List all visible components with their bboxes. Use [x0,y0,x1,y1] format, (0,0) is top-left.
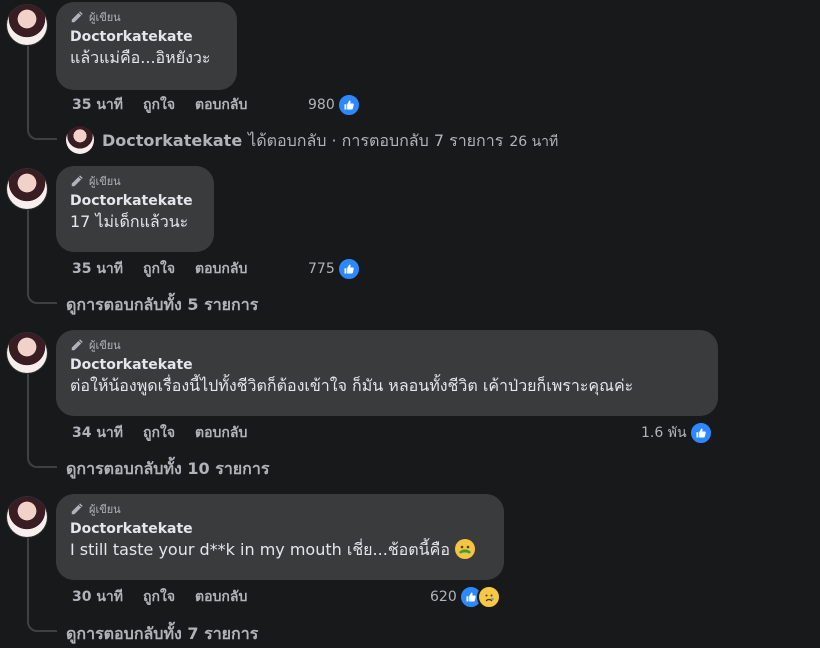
like-button[interactable]: ถูกใจ [143,422,175,444]
pencil-icon [70,174,84,188]
author-badge: ผู้เขียน [70,337,705,353]
comment-actions: 34 นาที ถูกใจ ตอบกลับ [72,423,247,443]
comment-bubble: ผู้เขียน Doctorkatekate 17 ไม่เด็กแล้วนะ [56,166,214,252]
reply-summary[interactable]: Doctorkatekate ได้ตอบกลับ · การตอบกลับ 7… [102,129,558,154]
reply-author: Doctorkatekate [102,131,243,150]
reaction-count: 1.6 พัน [641,425,687,441]
thread-elbow [27,118,57,140]
reply-button[interactable]: ตอบกลับ [195,422,247,444]
sad-icon [476,585,501,609]
reaction-count: 620 [430,589,457,605]
author-name[interactable]: Doctorkatekate [70,519,491,539]
comment-text: ต่อให้น้องพูดเรื่องนี้ไปทั้งชีวิตก็ต้องเ… [70,376,634,395]
thread-line [27,374,29,450]
reply-button[interactable]: ตอบกลับ [195,258,247,280]
reply-button[interactable]: ตอบกลับ [195,586,247,608]
comment-time[interactable]: 35 นาที [72,94,123,116]
reply-avatar[interactable] [66,126,94,154]
reply-button[interactable]: ตอบกลับ [195,94,247,116]
reactions[interactable]: 980 [308,93,361,117]
author-badge: ผู้เขียน [70,173,201,189]
comment-time[interactable]: 35 นาที [72,258,123,280]
comment-text-row: I still taste your d**k in my mouth เชี่… [70,539,491,561]
comment-actions: 35 นาที ถูกใจ ตอบกลับ [72,95,247,115]
comment-bubble: ผู้เขียน Doctorkatekate I still taste yo… [56,494,504,580]
reactions[interactable]: 620 [430,585,501,609]
like-button[interactable]: ถูกใจ [143,258,175,280]
avatar[interactable] [7,333,47,373]
thread-line [27,46,29,122]
thread-elbow [27,446,57,468]
comment-text: แล้วแม่คือ...อิหยังวะ [70,48,211,67]
comment-bubble: ผู้เขียน Doctorkatekate แล้วแม่คือ...อิห… [56,2,237,90]
comment-time[interactable]: 30 นาที [72,586,123,608]
reaction-count: 775 [308,261,335,277]
avatar[interactable] [7,497,47,537]
pencil-icon [70,502,84,516]
reactions[interactable]: 1.6 พัน [641,421,713,445]
like-icon [688,421,713,445]
view-replies-link[interactable]: ดูการตอบกลับทั้ง 7 รายการ [66,622,258,647]
avatar[interactable] [7,169,47,209]
author-badge: ผู้เขียน [70,501,491,517]
like-button[interactable]: ถูกใจ [143,586,175,608]
author-name[interactable]: Doctorkatekate [70,191,201,211]
view-replies-link[interactable]: ดูการตอบกลับทั้ง 10 รายการ [66,457,269,482]
reaction-count: 980 [308,97,335,113]
sick-emoji-icon [455,539,476,559]
comment-text: 17 ไม่เด็กแล้วนะ [70,212,189,231]
reply-summary-text: ได้ตอบกลับ · การตอบกลับ 7 รายการ [248,131,504,150]
thread-elbow [27,282,57,304]
avatar[interactable] [7,5,47,45]
author-badge-label: ผู้เขียน [89,11,121,24]
pencil-icon [70,338,84,352]
reactions[interactable]: 775 [308,257,361,281]
like-button[interactable]: ถูกใจ [143,94,175,116]
thread-elbow [27,610,57,632]
reply-time: 26 นาที [509,134,559,150]
author-badge-label: ผู้เขียน [89,503,121,516]
pencil-icon [70,10,84,24]
author-badge: ผู้เขียน [70,9,224,25]
comment-time[interactable]: 34 นาที [72,422,123,444]
comment-actions: 35 นาที ถูกใจ ตอบกลับ [72,259,247,279]
like-icon [336,257,361,281]
author-name[interactable]: Doctorkatekate [70,355,705,375]
comment-bubble: ผู้เขียน Doctorkatekate ต่อให้น้องพูดเรื… [56,330,718,416]
thread-line [27,210,29,286]
view-replies-link[interactable]: ดูการตอบกลับทั้ง 5 รายการ [66,293,258,318]
comment-actions: 30 นาที ถูกใจ ตอบกลับ [72,587,247,607]
thread-line [27,538,29,614]
author-name[interactable]: Doctorkatekate [70,27,224,47]
author-badge-label: ผู้เขียน [89,175,121,188]
like-icon [336,93,361,117]
comment-text: I still taste your d**k in my mouth เชี่… [70,540,450,559]
author-badge-label: ผู้เขียน [89,339,121,352]
